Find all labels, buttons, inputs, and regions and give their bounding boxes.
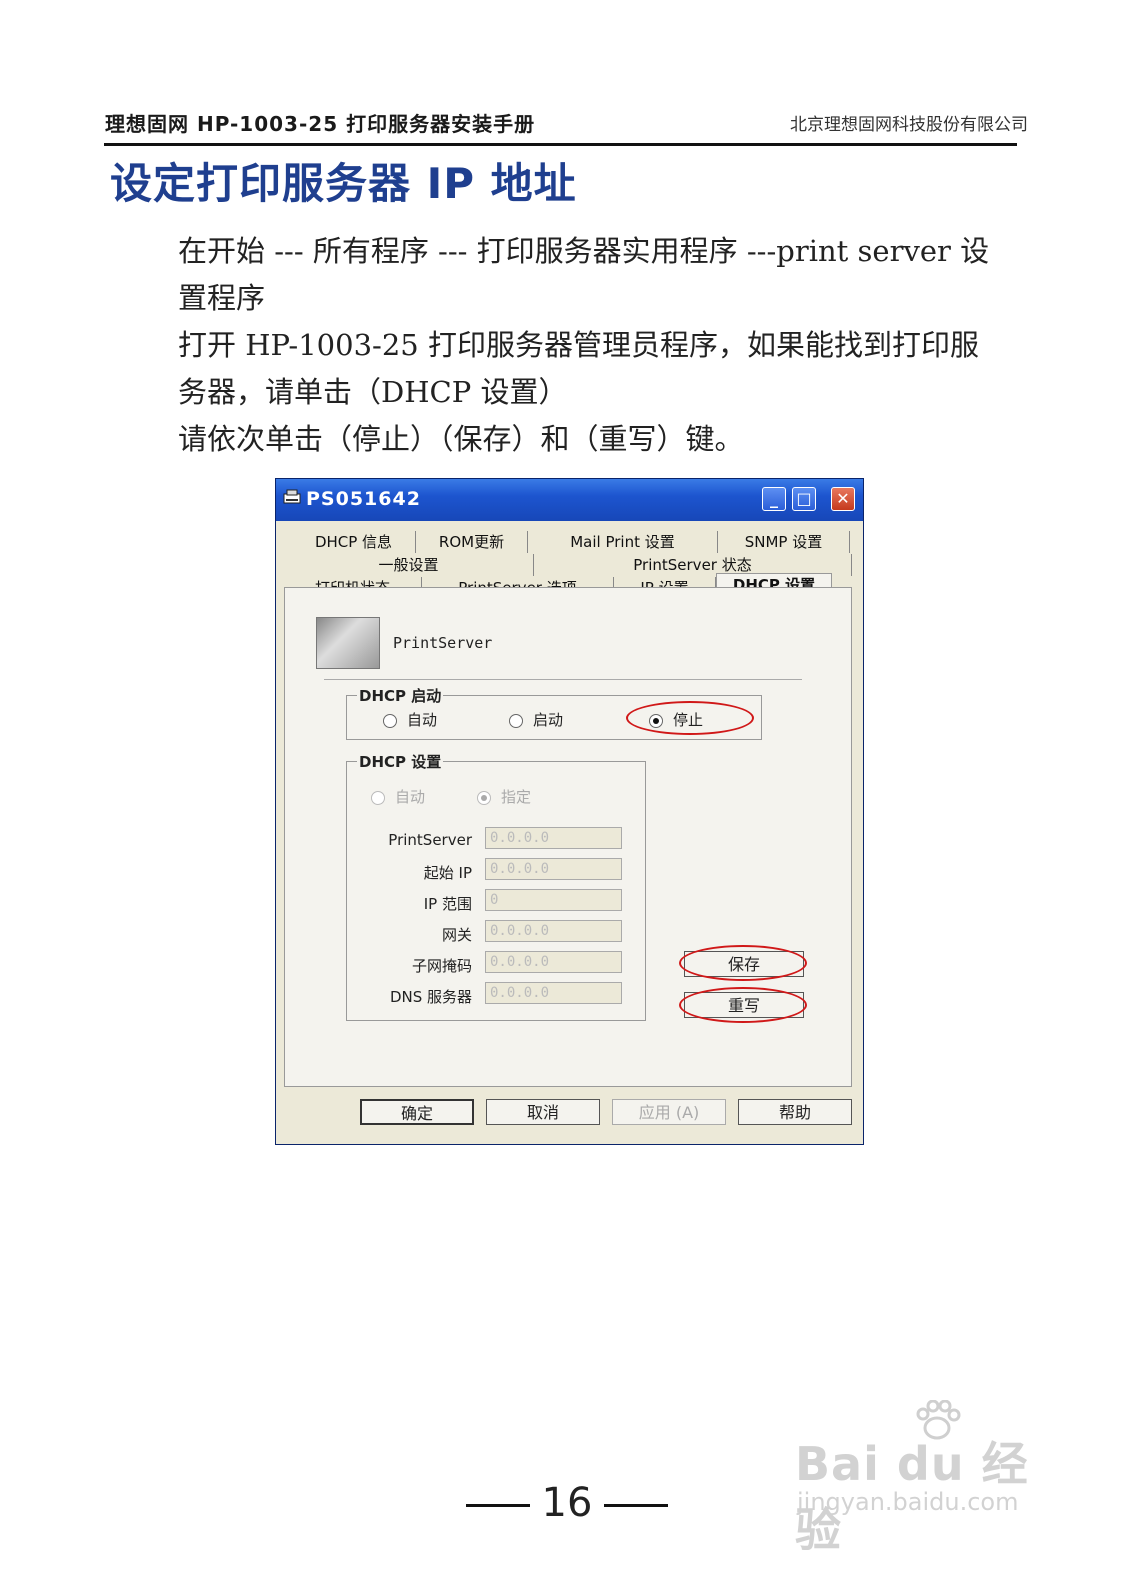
printserver-device-icon (316, 617, 380, 669)
dhcp-settings-title: DHCP 设置 (357, 751, 444, 772)
maximize-icon: □ (796, 489, 812, 508)
field-label-gateway: 网关 (441, 926, 472, 944)
tab-mail-print[interactable]: Mail Print 设置 (528, 531, 718, 553)
close-icon: ✕ (836, 489, 850, 508)
radio-auto[interactable]: 自动 (383, 709, 437, 730)
printer-app-icon (283, 489, 301, 504)
tab-general[interactable]: 一般设置 (284, 554, 534, 576)
radio-stop[interactable]: 停止 (649, 709, 703, 730)
minimize-button[interactable]: _ (762, 487, 786, 511)
header-rule (104, 143, 1017, 146)
field-dns-server[interactable]: 0.0.0.0 (485, 982, 622, 1004)
maximize-button[interactable]: □ (792, 487, 816, 511)
apply-button[interactable]: 应用 (A) (612, 1099, 726, 1125)
radio-stop-indicator (649, 713, 663, 728)
page-number-dash-left (465, 1503, 530, 1507)
field-start-ip[interactable]: 0.0.0.0 (485, 858, 622, 880)
paragraph-3-text: 请依次单击（停止）（保存）和（重写）键。 (178, 422, 744, 456)
field-printserver[interactable]: 0.0.0.0 (485, 827, 622, 849)
radio-settings-auto-label: 自动 (395, 788, 426, 806)
paragraph-2: 打开 HP-1003-25 打印服务器管理员程序，如果能找到打印服务器，请单击（… (110, 322, 1000, 416)
watermark: Bai du 经验 jingyan.baidu.com (795, 1400, 1055, 1557)
rewrite-button[interactable]: 重写 (684, 992, 804, 1018)
tab-row-1: DHCP 信息 ROM更新 Mail Print 设置 SNMP 设置 (284, 531, 852, 553)
field-label-printserver: PrintServer (388, 831, 472, 849)
tab-snmp[interactable]: SNMP 设置 (718, 531, 850, 553)
minimize-icon: _ (770, 489, 778, 508)
tab-rom-update[interactable]: ROM更新 (416, 531, 528, 553)
page-number-dash-right (604, 1503, 669, 1507)
separator (324, 679, 802, 680)
radio-settings-specify-indicator (477, 790, 491, 805)
radio-settings-auto-indicator (371, 790, 385, 805)
dhcp-start-title: DHCP 启动 (357, 685, 444, 706)
radio-settings-specify[interactable]: 指定 (477, 786, 531, 807)
field-label-subnet-mask: 子网掩码 (411, 957, 472, 975)
device-label: PrintServer (393, 634, 493, 652)
dhcp-settings-group: DHCP 设置 自动 指定 PrintServer 0.0.0.0 起始 IP … (346, 751, 646, 1021)
field-subnet-mask[interactable]: 0.0.0.0 (485, 951, 622, 973)
header-right: 北京理想固网科技股份有限公司 (790, 115, 1028, 135)
radio-start-label: 启动 (533, 711, 564, 729)
radio-auto-indicator (383, 713, 397, 728)
field-ip-range[interactable]: 0 (485, 889, 622, 911)
ok-button[interactable]: 确定 (360, 1099, 474, 1125)
watermark-url: jingyan.baidu.com (797, 1488, 1019, 1516)
radio-stop-label: 停止 (673, 711, 704, 729)
paragraph-3: 请依次单击（停止）（保存）和（重写）键。 (110, 416, 1000, 463)
radio-start[interactable]: 启动 (509, 709, 563, 730)
header-left: 理想固网 HP-1003-25 打印服务器安装手册 (105, 112, 536, 136)
paragraph-2-text: 打开 HP-1003-25 打印服务器管理员程序，如果能找到打印服务器，请单击（… (178, 328, 979, 409)
field-gateway[interactable]: 0.0.0.0 (485, 920, 622, 942)
page-title: 设定打印服务器 IP 地址 (110, 159, 577, 208)
radio-settings-auto[interactable]: 自动 (371, 786, 425, 807)
save-button[interactable]: 保存 (684, 951, 804, 977)
radio-start-indicator (509, 713, 523, 728)
help-button[interactable]: 帮助 (738, 1099, 852, 1125)
close-button[interactable]: ✕ (831, 487, 855, 511)
field-label-dns-server: DNS 服务器 (389, 988, 472, 1006)
radio-settings-specify-label: 指定 (501, 788, 532, 806)
window-titlebar[interactable]: PS051642 _ □ ✕ (276, 479, 863, 521)
cancel-button[interactable]: 取消 (486, 1099, 600, 1125)
field-label-start-ip: 起始 IP (423, 864, 472, 882)
paragraph-1-text: 在开始 --- 所有程序 --- 打印服务器实用程序 ---print serv… (178, 234, 990, 315)
paragraph-1: 在开始 --- 所有程序 --- 打印服务器实用程序 ---print serv… (110, 228, 1000, 322)
dhcp-start-group: DHCP 启动 自动 启动 停止 (346, 685, 762, 740)
tab-dhcp-info[interactable]: DHCP 信息 (292, 531, 416, 553)
window-title: PS051642 (306, 488, 421, 510)
page-number-text: 16 (541, 1480, 593, 1526)
settings-window: PS051642 _ □ ✕ DHCP 信息 ROM更新 Mail Print … (275, 478, 864, 1145)
field-label-ip-range: IP 范围 (423, 895, 472, 913)
radio-auto-label: 自动 (407, 711, 438, 729)
